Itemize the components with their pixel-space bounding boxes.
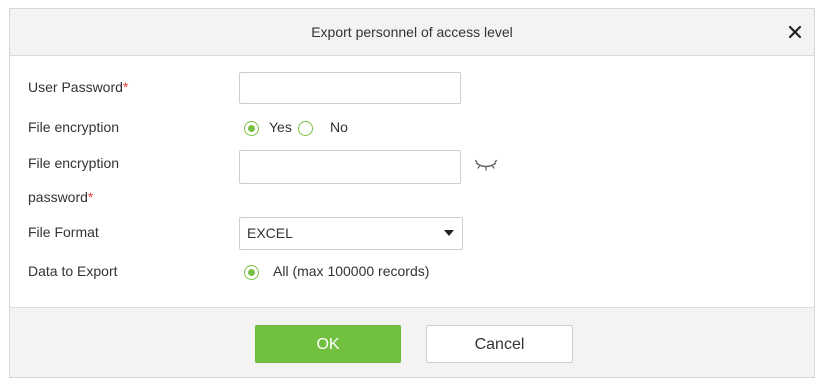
eye-closed-icon[interactable] bbox=[474, 158, 498, 172]
dialog-titlebar: Export personnel of access level bbox=[10, 9, 814, 56]
dialog-footer: OK Cancel bbox=[10, 307, 814, 377]
encryption-password-input[interactable] bbox=[239, 150, 461, 184]
encryption-password-label-line1: File encryption bbox=[28, 155, 120, 171]
encryption-yes-label: Yes bbox=[269, 119, 292, 135]
export-all-label: All (max 100000 records) bbox=[273, 263, 430, 279]
file-format-label: File Format bbox=[28, 224, 99, 240]
user-password-label: User Password* bbox=[28, 79, 129, 95]
encryption-password-label-line2: password* bbox=[28, 189, 94, 205]
encryption-no-label: No bbox=[330, 119, 348, 135]
data-to-export-label: Data to Export bbox=[28, 263, 118, 279]
required-mark: * bbox=[122, 79, 129, 95]
file-encryption-label: File encryption bbox=[28, 119, 120, 135]
ok-button[interactable]: OK bbox=[255, 325, 401, 363]
file-format-select[interactable]: EXCEL bbox=[239, 217, 463, 250]
encryption-no-radio[interactable] bbox=[298, 121, 313, 136]
chevron-down-icon bbox=[444, 230, 454, 236]
file-format-value: EXCEL bbox=[247, 225, 293, 241]
encryption-yes-radio[interactable] bbox=[244, 121, 259, 136]
dialog-title: Export personnel of access level bbox=[311, 24, 513, 40]
close-icon[interactable] bbox=[784, 21, 806, 43]
required-mark: * bbox=[87, 189, 94, 205]
export-all-radio[interactable] bbox=[244, 265, 259, 280]
user-password-input[interactable] bbox=[239, 72, 461, 104]
export-dialog: Export personnel of access level User Pa… bbox=[9, 8, 815, 378]
cancel-button[interactable]: Cancel bbox=[426, 325, 573, 363]
